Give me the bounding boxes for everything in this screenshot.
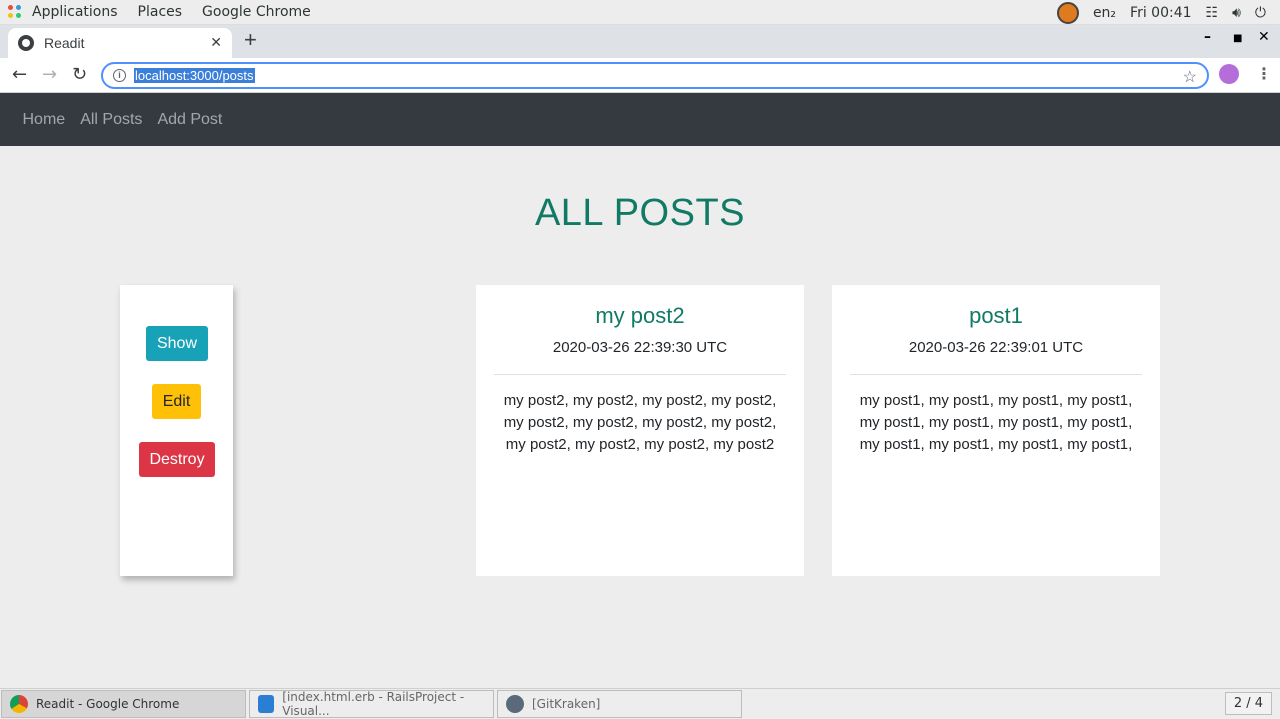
- nav-link-all-posts[interactable]: All Posts: [73, 111, 150, 129]
- close-window-button[interactable]: ✕: [1258, 29, 1270, 45]
- back-arrow-icon[interactable]: ←: [12, 64, 27, 85]
- vscode-icon: [258, 695, 275, 713]
- places-menu[interactable]: Places: [128, 0, 193, 24]
- app-menu-google-chrome[interactable]: Google Chrome: [192, 0, 321, 24]
- more-menu-icon[interactable]: ⋮: [1256, 64, 1272, 83]
- task-label: [index.html.erb - RailsProject - Visual.…: [282, 690, 465, 718]
- page-title: ALL POSTS: [534, 192, 746, 234]
- close-tab-icon[interactable]: ✕: [210, 34, 222, 51]
- chrome-icon: [10, 695, 28, 713]
- workspace-indicator[interactable]: 2 / 4: [1224, 692, 1272, 715]
- post-body: my post1, my post1, my post1, my post1, …: [859, 392, 1133, 453]
- browser-tab[interactable]: Readit ✕: [8, 28, 232, 58]
- site-navbar: Home All Posts Add Post: [0, 93, 1280, 146]
- post-card: my post2 2020-03-26 22:39:30 UTC my post…: [476, 285, 804, 576]
- tab-title: Readit: [44, 35, 85, 51]
- task-chrome[interactable]: Readit - Google Chrome: [1, 690, 246, 718]
- destroy-button[interactable]: Destroy: [139, 442, 215, 477]
- reload-icon[interactable]: ↻: [72, 64, 87, 85]
- nav-link-home[interactable]: Home: [15, 111, 73, 129]
- divider: [850, 374, 1142, 375]
- post-body: my post2, my post2, my post2, my post2, …: [503, 392, 777, 453]
- bookmark-star-icon[interactable]: ☆: [1183, 67, 1197, 87]
- divider: [494, 374, 786, 375]
- show-button[interactable]: Show: [146, 326, 208, 361]
- site-info-icon[interactable]: i: [113, 69, 126, 82]
- network-icon[interactable]: ☷: [1206, 5, 1219, 21]
- edit-button[interactable]: Edit: [152, 384, 201, 419]
- post-title: my post2: [595, 303, 685, 328]
- globe-icon: [18, 35, 34, 51]
- post-title: post1: [969, 303, 1023, 328]
- minimize-window-button[interactable]: –: [1204, 29, 1211, 45]
- browser-toolbar: ← → ↻ i localhost:3000/posts ☆: [0, 58, 1280, 93]
- language-indicator[interactable]: en₂: [1093, 5, 1116, 21]
- task-gitkraken[interactable]: [GitKraken]: [497, 690, 742, 718]
- window-list-taskbar: Readit - Google Chrome [index.html.erb -…: [0, 688, 1280, 719]
- power-icon[interactable]: ⏻: [1255, 5, 1266, 21]
- applications-icon: [8, 5, 22, 19]
- task-vscode[interactable]: [index.html.erb - RailsProject - Visual.…: [249, 690, 494, 718]
- volume-icon[interactable]: 🔊︎: [1232, 5, 1241, 21]
- address-bar[interactable]: i localhost:3000/posts ☆: [101, 62, 1209, 89]
- nav-link-add-post[interactable]: Add Post: [150, 111, 230, 129]
- post-actions-card: Show Edit Destroy: [120, 285, 233, 576]
- task-label: [GitKraken]: [532, 697, 601, 711]
- forward-arrow-icon[interactable]: →: [42, 64, 57, 85]
- post-card: post1 2020-03-26 22:39:01 UTC my post1, …: [832, 285, 1160, 576]
- user-avatar-icon[interactable]: [1056, 1, 1079, 24]
- task-label: Readit - Google Chrome: [36, 697, 180, 711]
- applications-menu[interactable]: Applications: [22, 0, 128, 24]
- tab-strip: Readit ✕ + – ■ ✕: [0, 25, 1280, 58]
- system-top-bar: Applications Places Google Chrome en₂ Fr…: [0, 0, 1280, 25]
- new-tab-button[interactable]: +: [244, 27, 257, 53]
- post-date: 2020-03-26 22:39:01 UTC: [908, 339, 1084, 356]
- clock[interactable]: Fri 00:41: [1130, 5, 1191, 21]
- maximize-window-button[interactable]: ■: [1233, 33, 1242, 44]
- url-text[interactable]: localhost:3000/posts: [134, 68, 255, 83]
- profile-avatar-icon[interactable]: [1219, 64, 1239, 84]
- gitkraken-icon: [506, 695, 524, 713]
- post-date: 2020-03-26 22:39:30 UTC: [552, 339, 728, 356]
